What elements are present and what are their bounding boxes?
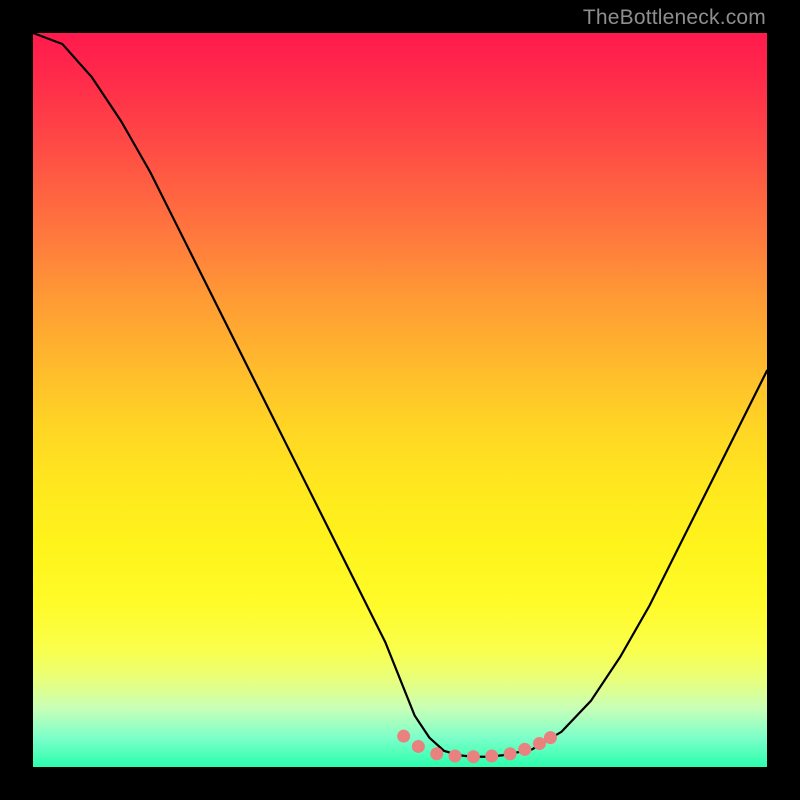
- plot-area: [33, 33, 767, 767]
- data-marker: [467, 750, 480, 763]
- data-marker: [504, 747, 517, 760]
- chart-svg: [33, 33, 767, 767]
- data-marker: [430, 747, 443, 760]
- watermark-text: TheBottleneck.com: [583, 6, 766, 30]
- data-marker: [412, 740, 425, 753]
- data-marker: [449, 749, 462, 762]
- data-marker: [533, 737, 546, 750]
- data-marker: [518, 743, 531, 756]
- chart-frame: TheBottleneck.com: [0, 0, 800, 800]
- bottleneck-curve: [33, 33, 767, 757]
- data-marker: [485, 749, 498, 762]
- data-marker: [544, 731, 557, 744]
- data-marker: [397, 730, 410, 743]
